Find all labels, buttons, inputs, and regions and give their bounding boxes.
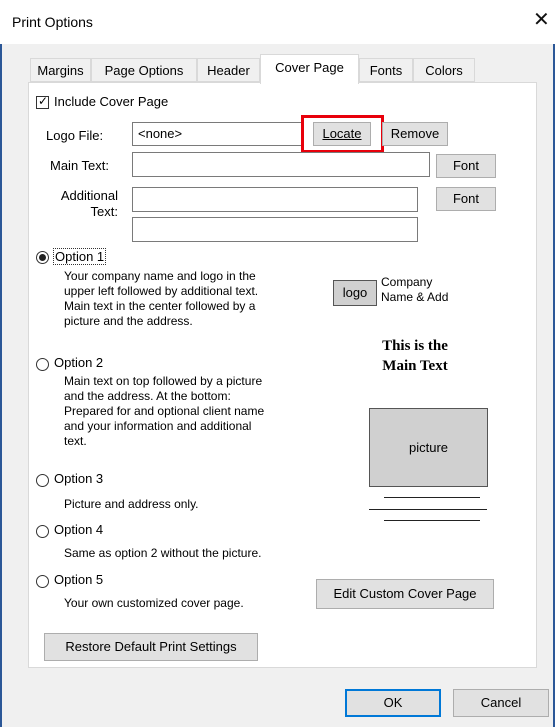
option-5-description: Your own customized cover page. (64, 596, 244, 610)
include-cover-label: Include Cover Page (54, 94, 169, 109)
logo-file-field[interactable]: <none> (132, 122, 302, 146)
main-text-line: Main Text (382, 358, 448, 374)
main-text-preview: This is the Main Text (360, 336, 470, 376)
option-4-radio[interactable] (36, 525, 49, 538)
option-4-description: Same as option 2 without the picture. (64, 546, 262, 560)
tab-fonts[interactable]: Fonts (359, 58, 413, 82)
main-text-line: This is the (382, 338, 448, 354)
logo-file-label: Logo File: (46, 128, 104, 143)
logo-preview: logo (333, 280, 377, 306)
tab-colors[interactable]: Colors (413, 58, 475, 82)
main-text-font-button[interactable]: Font (436, 154, 496, 178)
option-2-label[interactable]: Option 2 (54, 355, 103, 370)
option-1-desc-line: Main text in the center followed by a (64, 299, 256, 313)
remove-button[interactable]: Remove (382, 122, 448, 146)
option-5-radio[interactable] (36, 575, 49, 588)
additional-text-label-line1: Additional (60, 188, 118, 203)
additional-text-font-button[interactable]: Font (436, 187, 496, 211)
option-2-radio[interactable] (36, 358, 49, 371)
option-4-label[interactable]: Option 4 (54, 522, 103, 537)
option-2-desc-line: and your information and additional (64, 419, 252, 433)
option-1-desc-line: Your company name and logo in the (64, 269, 256, 283)
close-icon[interactable]: ✕ (533, 10, 550, 30)
option-2-desc-line: text. (64, 434, 87, 448)
option-1-desc-line: picture and the address. (64, 314, 193, 328)
option-3-description: Picture and address only. (64, 497, 199, 511)
option-2-desc-line: Main text on top followed by a picture (64, 374, 263, 388)
cancel-button[interactable]: Cancel (453, 689, 549, 717)
additional-text-field-1[interactable] (132, 187, 418, 212)
additional-text-field-2[interactable] (132, 217, 418, 242)
radio-selected-dot (39, 254, 46, 261)
option-1-description: Your company name and logo in the upper … (64, 269, 258, 329)
company-name-preview: Company Name & Add (381, 275, 448, 305)
main-text-field[interactable] (132, 152, 430, 177)
option-1-radio[interactable] (36, 251, 49, 264)
address-line (384, 497, 480, 498)
option-1-label[interactable]: Option 1 (53, 248, 107, 265)
additional-text-label-line2: Text: (90, 204, 118, 219)
option-2-desc-line: Prepared for and optional client name (64, 404, 265, 418)
option-3-radio[interactable] (36, 474, 49, 487)
window-title: Print Options (12, 14, 93, 30)
option-1-desc-line: upper left followed by additional text. (64, 284, 259, 298)
checkmark-icon: ✓ (38, 94, 49, 108)
edit-custom-cover-button[interactable]: Edit Custom Cover Page (316, 579, 494, 609)
option-2-desc-line: and the address. At the bottom: (64, 389, 231, 403)
tab-page-options[interactable]: Page Options (91, 58, 197, 82)
address-line (369, 509, 487, 510)
company-line: Company (381, 275, 433, 289)
tab-cover-page[interactable]: Cover Page (260, 54, 359, 84)
restore-defaults-button[interactable]: Restore Default Print Settings (44, 633, 258, 661)
option-5-label[interactable]: Option 5 (54, 572, 103, 587)
locate-button[interactable]: Locate (313, 122, 371, 146)
option-3-label[interactable]: Option 3 (54, 471, 103, 486)
locate-button-label: Locate (322, 126, 362, 141)
option-2-description: Main text on top followed by a picture a… (64, 374, 264, 449)
ok-button[interactable]: OK (345, 689, 441, 717)
include-cover-checkbox[interactable]: ✓ (36, 94, 49, 109)
main-text-label: Main Text: (50, 158, 110, 173)
company-line: Name & Add (381, 290, 449, 304)
tab-margins[interactable]: Margins (30, 58, 91, 82)
window-border-left (0, 44, 2, 727)
picture-preview: picture (369, 408, 488, 487)
address-line (384, 520, 480, 521)
option-1-title: Option 1 (55, 249, 105, 264)
tab-header[interactable]: Header (197, 58, 260, 82)
